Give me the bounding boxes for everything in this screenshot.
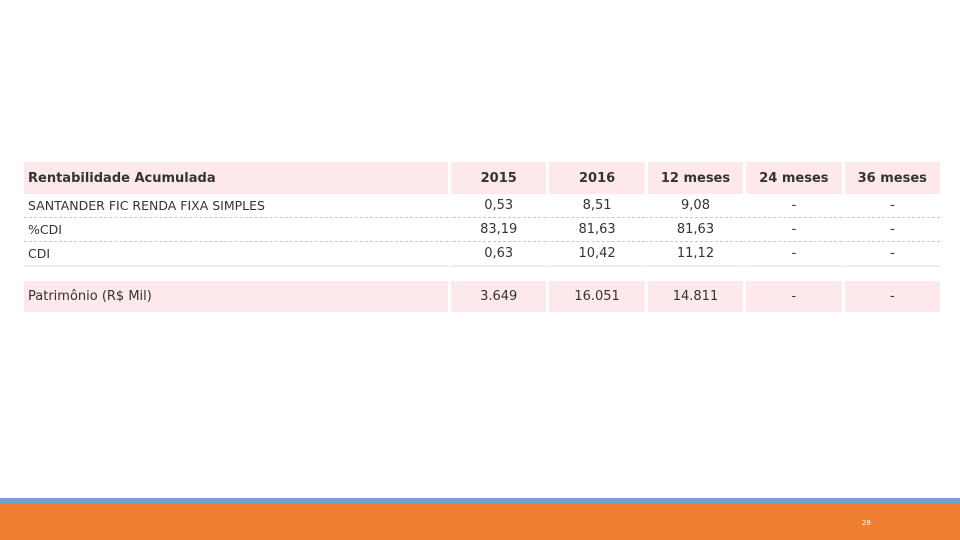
patrimonio-value: 3.649 [448, 281, 547, 312]
patrimonio-row: Patrimônio (R$ Mil) 3.649 16.051 14.811 … [24, 281, 940, 312]
row-value: - [841, 242, 940, 267]
page-number: 28 [862, 519, 871, 527]
row-value: 9,08 [644, 194, 744, 218]
table-header-row: Rentabilidade Acumulada 2015 2016 12 mes… [24, 162, 940, 194]
row-value: 11,12 [644, 242, 744, 267]
row-value: 8,51 [546, 194, 645, 218]
header-col-36-meses: 36 meses [841, 162, 940, 194]
row-label: SANTANDER FIC RENDA FIXA SIMPLES [24, 194, 449, 218]
patrimonio-value: 16.051 [546, 281, 645, 312]
table-row: %CDI 83,19 81,63 81,63 - - [24, 218, 940, 242]
patrimonio-value: 14.811 [644, 281, 744, 312]
row-value: - [841, 194, 940, 218]
table-row: SANTANDER FIC RENDA FIXA SIMPLES 0,53 8,… [24, 194, 940, 218]
row-label: CDI [24, 242, 449, 267]
row-value: 81,63 [546, 218, 645, 242]
row-value: 0,53 [448, 194, 547, 218]
row-value: - [743, 242, 842, 267]
patrimonio-value: - [743, 281, 842, 312]
row-value: 0,63 [448, 242, 547, 267]
row-value: - [743, 194, 842, 218]
header-col-2015: 2015 [448, 162, 547, 194]
row-value: - [841, 218, 940, 242]
header-col-2016: 2016 [546, 162, 645, 194]
header-col-12-meses: 12 meses [644, 162, 744, 194]
footer-bar [0, 504, 960, 540]
table-row: CDI 0,63 10,42 11,12 - - [24, 242, 940, 267]
patrimonio-value: - [841, 281, 940, 312]
row-label: %CDI [24, 218, 449, 242]
rentabilidade-table: Rentabilidade Acumulada 2015 2016 12 mes… [24, 162, 940, 312]
header-col-24-meses: 24 meses [743, 162, 842, 194]
row-value: 81,63 [644, 218, 744, 242]
header-label: Rentabilidade Acumulada [24, 162, 449, 194]
patrimonio-label: Patrimônio (R$ Mil) [24, 281, 449, 312]
row-value: 10,42 [546, 242, 645, 267]
rentabilidade-table-container: Rentabilidade Acumulada 2015 2016 12 mes… [24, 162, 940, 312]
spacer-cell [24, 267, 940, 281]
row-value: 83,19 [448, 218, 547, 242]
table-spacer [24, 267, 940, 281]
row-value: - [743, 218, 842, 242]
